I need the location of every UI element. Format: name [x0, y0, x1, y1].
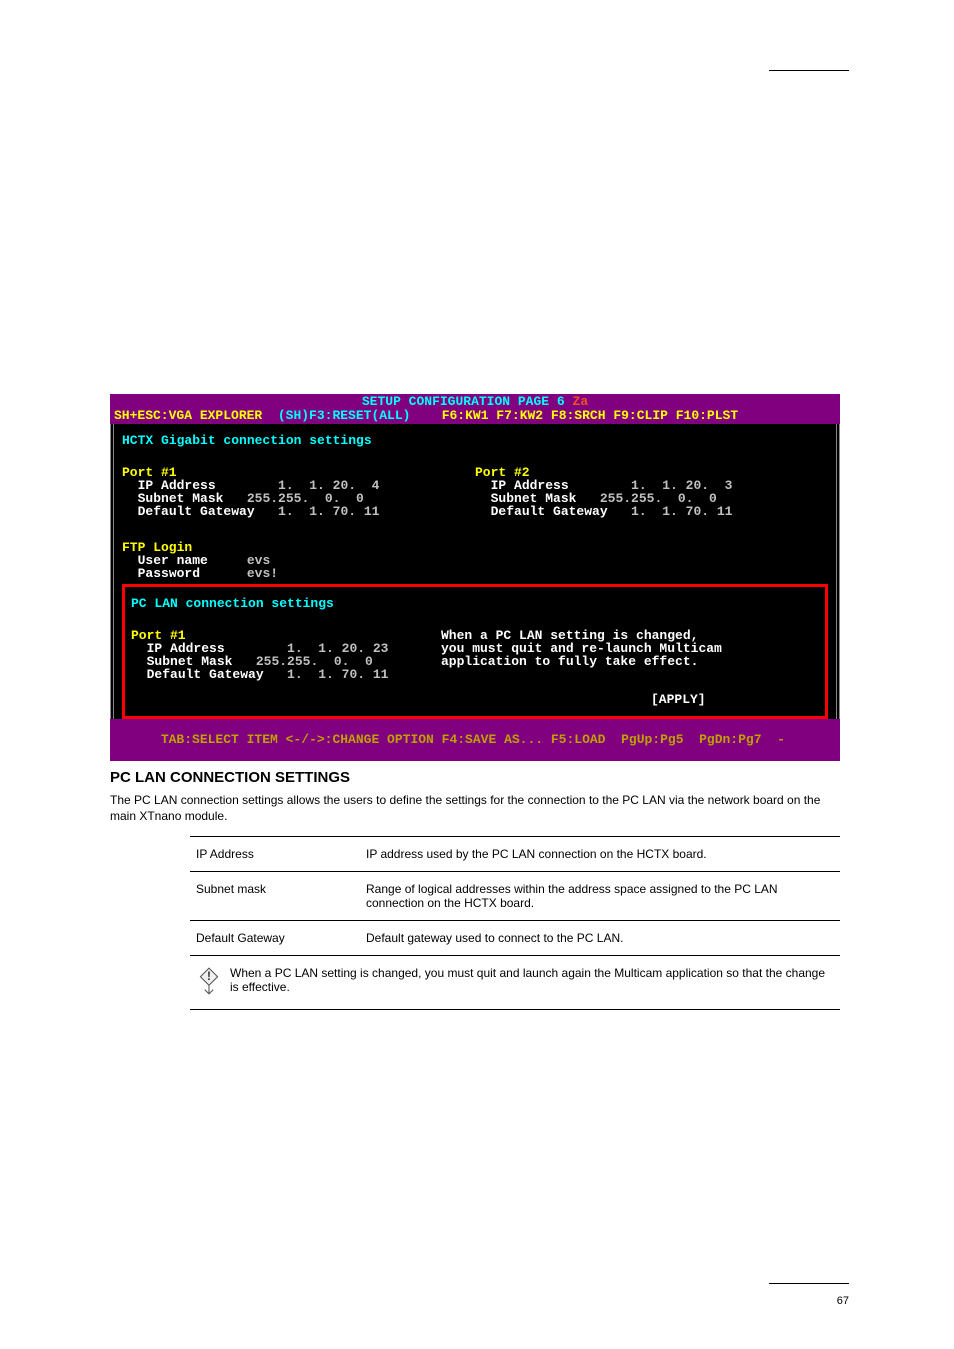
settings-table: IP AddressIP address used by the PC LAN …: [190, 836, 840, 1010]
footer-text: TAB:SELECT ITEM <-/->:CHANGE OPTION F4:S…: [161, 732, 785, 747]
section-pclan-title: PC LAN connection settings: [131, 597, 819, 610]
setting-desc: Default gateway used to connect to the P…: [360, 921, 840, 956]
setting-desc: IP address used by the PC LAN connection…: [360, 837, 840, 872]
p2-gw: 1. 1. 70. 11: [615, 504, 732, 519]
pc-gw: 1. 1. 70. 11: [271, 667, 388, 682]
menu-mid: (SH)F3:RESET(ALL): [278, 409, 411, 422]
pc-lan-settings-section: PC LAN CONNECTION SETTINGS The PC LAN co…: [110, 769, 840, 1010]
settings-intro: The PC LAN connection settings allows th…: [110, 792, 840, 824]
terminal-title: SETUP CONFIGURATION PAGE 6 Za: [110, 394, 840, 409]
table-row: ! When a PC LAN setting is changed, you m…: [190, 956, 840, 1010]
menu-left: SH+ESC:VGA EXPLORER: [114, 409, 262, 422]
p1-gw: 1. 1. 70. 11: [262, 504, 379, 519]
ftp-pw-label: Password: [138, 566, 200, 581]
settings-heading: PC LAN CONNECTION SETTINGS: [110, 769, 840, 786]
terminal-footer: TAB:SELECT ITEM <-/->:CHANGE OPTION F4:S…: [110, 719, 840, 761]
section-hctx-title: HCTX Gigabit connection settings: [122, 434, 828, 447]
terminal-menubar: SH+ESC:VGA EXPLORER (SH)F3:RESET(ALL) F6…: [110, 409, 840, 424]
header-rule: [769, 70, 849, 71]
terminal-screenshot: SETUP CONFIGURATION PAGE 6 Za SH+ESC:VGA…: [110, 394, 840, 761]
table-row: Subnet maskRange of logical addresses wi…: [190, 872, 840, 921]
setting-desc: ! When a PC LAN setting is changed, you m…: [190, 956, 840, 1010]
port1-block: Port #1 IP Address 1. 1. 20. 4 Subnet Ma…: [122, 453, 475, 518]
pc-gw-label: Default Gateway: [147, 667, 264, 682]
menu-right: F6:KW1 F7:KW2 F8:SRCH F9:CLIP F10:PLST: [442, 409, 738, 422]
pc-lan-highlighted-box: PC LAN connection settings Port #1 IP Ad…: [122, 584, 828, 719]
p1-gw-label: Default Gateway: [138, 504, 255, 519]
p2-gw-label: Default Gateway: [491, 504, 608, 519]
terminal-title-text: SETUP CONFIGURATION PAGE 6: [362, 394, 565, 409]
pc-port1-block: Port #1 IP Address 1. 1. 20. 23 Subnet M…: [131, 616, 441, 681]
page-number: 67: [837, 1295, 849, 1307]
table-row: IP AddressIP address used by the PC LAN …: [190, 837, 840, 872]
ftp-block: FTP Login User name evs Password evs!: [122, 528, 828, 580]
setting-desc: Range of logical addresses within the ad…: [360, 872, 840, 921]
port2-block: Port #2 IP Address 1. 1. 20. 3 Subnet Ma…: [475, 453, 828, 518]
ftp-pw: evs!: [247, 566, 278, 581]
apply-button[interactable]: [APPLY]: [651, 692, 706, 707]
setting-label: Subnet mask: [190, 872, 360, 921]
table-row: Default GatewayDefault gateway used to c…: [190, 921, 840, 956]
footer-rule: [769, 1283, 849, 1284]
help-line-3: application to fully take effect.: [441, 654, 698, 669]
note-icon: !: [196, 966, 230, 999]
svg-text:!: !: [207, 970, 211, 983]
setting-label: IP Address: [190, 837, 360, 872]
setting-label: Default Gateway: [190, 921, 360, 956]
note-text: When a PC LAN setting is changed, you mu…: [230, 966, 834, 994]
terminal-title-suffix: Za: [573, 394, 589, 409]
pc-lan-help-text: When a PC LAN setting is changed, you mu…: [441, 616, 722, 681]
